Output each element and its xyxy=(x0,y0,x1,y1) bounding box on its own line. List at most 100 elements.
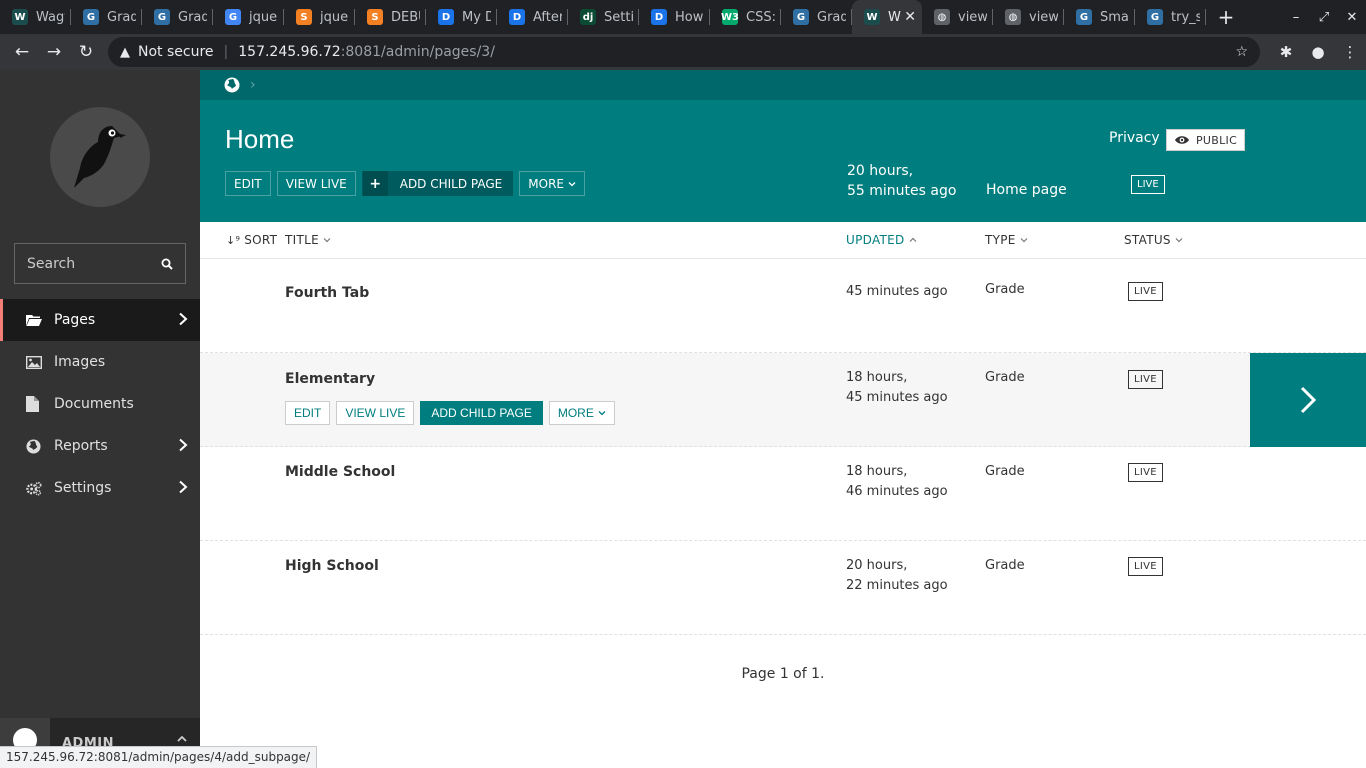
sidebar-item-pages[interactable]: Pages xyxy=(0,299,200,341)
column-title-label: TITLE xyxy=(285,233,319,247)
favicon-icon: W xyxy=(864,9,880,25)
extensions-icon[interactable]: ✱ xyxy=(1270,43,1302,61)
browser-tab[interactable]: G Grad xyxy=(781,0,852,34)
column-title[interactable]: TITLE xyxy=(285,233,331,247)
profile-icon[interactable]: ● xyxy=(1302,43,1334,61)
sidebar-item-settings[interactable]: Settings xyxy=(0,467,200,509)
row-type: Grade xyxy=(985,282,1025,297)
new-tab-button[interactable]: + xyxy=(1206,0,1246,34)
chevron-up-icon xyxy=(909,237,917,242)
sidebar-item-label: Documents xyxy=(54,396,134,412)
folder-open-icon xyxy=(26,314,42,327)
status-badge: LIVE xyxy=(1128,282,1163,301)
browser-tab[interactable]: W3 CSS: c xyxy=(710,0,781,34)
browser-tab[interactable]: Gtry_s xyxy=(1135,0,1206,34)
privacy-button[interactable]: PUBLIC xyxy=(1166,129,1246,151)
minimize-icon[interactable]: – xyxy=(1282,10,1310,25)
browser-tab[interactable]: G Grad xyxy=(71,0,142,34)
column-type-label: TYPE xyxy=(985,233,1016,247)
browser-tab[interactable]: G Smar xyxy=(1064,0,1135,34)
browser-tab[interactable]: G Grad xyxy=(142,0,213,34)
sort-label: SORT xyxy=(244,233,278,247)
row-updated-line2: 45 minutes ago xyxy=(846,390,948,405)
table-row[interactable]: Fourth Tab 45 minutes ago Grade LIVE xyxy=(200,259,1366,353)
table-row[interactable]: High School 20 hours, 22 minutes ago Gra… xyxy=(200,541,1366,635)
search-icon[interactable] xyxy=(161,258,173,270)
row-add-child-page-button[interactable]: ADD CHILD PAGE xyxy=(420,401,543,425)
browser-tab[interactable]: ◍ view- xyxy=(922,0,993,34)
browser-tab[interactable]: D My Dj xyxy=(426,0,497,34)
table-row[interactable]: Middle School 18 hours, 46 minutes ago G… xyxy=(200,447,1366,541)
sidebar-item-documents[interactable]: Documents xyxy=(0,383,200,425)
document-icon xyxy=(26,396,42,412)
chevron-right-icon xyxy=(1300,386,1317,414)
edit-button[interactable]: EDIT xyxy=(225,171,271,196)
row-updated: 18 hours, 46 minutes ago xyxy=(846,462,948,502)
chevron-down-icon xyxy=(598,411,606,416)
browser-tab[interactable]: D After xyxy=(497,0,568,34)
browser-tab-label: Grad xyxy=(817,9,846,25)
row-title[interactable]: Elementary xyxy=(285,371,375,387)
browser-tab[interactable]: ◍ view- xyxy=(993,0,1064,34)
chevron-up-icon[interactable] xyxy=(176,733,188,745)
page-header: Home EDIT VIEW LIVE + ADD CHILD PAGE MOR… xyxy=(200,100,1366,222)
menu-kebab-icon[interactable]: ⋮ xyxy=(1334,43,1366,61)
browser-tab[interactable]: Sjquer xyxy=(284,0,355,34)
close-window-icon[interactable]: ✕ xyxy=(1338,10,1366,25)
browser-tab-label: How xyxy=(675,9,704,25)
column-updated[interactable]: UPDATED xyxy=(846,233,917,247)
add-child-page-button[interactable]: + ADD CHILD PAGE xyxy=(361,171,514,196)
url-path[interactable]: :8081/admin/pages/3/ xyxy=(341,44,495,60)
browser-tab[interactable]: W W ✕ xyxy=(852,0,922,34)
column-status[interactable]: STATUS xyxy=(1124,233,1183,247)
row-edit-button[interactable]: EDIT xyxy=(285,401,331,425)
restore-icon[interactable]: ⤢ xyxy=(1310,10,1338,25)
browser-tab[interactable]: dj Settir xyxy=(568,0,639,34)
sidebar-item-label: Settings xyxy=(54,480,112,496)
favicon-icon: S xyxy=(296,9,312,25)
close-tab-icon[interactable]: ✕ xyxy=(904,9,916,25)
browser-tab[interactable]: D How xyxy=(639,0,710,34)
browser-tab-label: Smar xyxy=(1100,9,1129,25)
row-view-live-button[interactable]: VIEW LIVE xyxy=(336,401,415,425)
forward-icon[interactable]: → xyxy=(38,42,70,62)
sort-button[interactable]: ↓⁹ SORT xyxy=(226,233,277,247)
status-bar-url: 157.245.96.72:8081/admin/pages/4/add_sub… xyxy=(0,746,318,768)
bookmark-star-icon[interactable]: ☆ xyxy=(1235,44,1248,60)
column-type[interactable]: TYPE xyxy=(985,233,1028,247)
security-label[interactable]: Not secure xyxy=(138,44,214,60)
row-more-button[interactable]: MORE xyxy=(548,401,615,425)
eye-icon xyxy=(1175,136,1189,144)
table-row[interactable]: Elementary EDIT VIEW LIVE ADD CHILD PAGE… xyxy=(200,353,1366,447)
globe-icon[interactable] xyxy=(224,77,240,93)
wagtail-logo[interactable] xyxy=(50,107,150,207)
chevron-down-icon xyxy=(1175,238,1183,243)
sidebar-item-images[interactable]: Images xyxy=(0,341,200,383)
row-updated-line2: 22 minutes ago xyxy=(846,578,948,593)
more-button[interactable]: MORE xyxy=(519,171,585,196)
pagination: Page 1 of 1. xyxy=(741,666,825,682)
chevron-right-icon: › xyxy=(250,77,256,93)
favicon-icon: G xyxy=(225,9,241,25)
favicon-icon: D xyxy=(651,9,667,25)
back-icon[interactable]: ← xyxy=(6,42,38,62)
row-updated-line1: 20 hours, xyxy=(846,558,908,573)
sidebar-item-reports[interactable]: Reports xyxy=(0,425,200,467)
row-title[interactable]: Middle School xyxy=(285,464,395,480)
row-title[interactable]: High School xyxy=(285,558,379,574)
reload-icon[interactable]: ↻ xyxy=(70,42,102,62)
row-type: Grade xyxy=(985,370,1025,385)
row-title[interactable]: Fourth Tab xyxy=(285,285,369,301)
browser-tab[interactable]: S DEBU xyxy=(355,0,426,34)
chevron-down-icon xyxy=(1020,238,1028,243)
warning-icon[interactable]: ▲ xyxy=(120,45,130,60)
browser-tab-label: jquer xyxy=(249,9,278,25)
view-live-button[interactable]: VIEW LIVE xyxy=(276,171,356,196)
browser-tab[interactable]: W Wagt xyxy=(0,0,71,34)
explore-children-button[interactable] xyxy=(1250,353,1366,447)
browser-tab[interactable]: Gjquer xyxy=(213,0,284,34)
search-input[interactable]: Search xyxy=(14,243,186,284)
url-host[interactable]: 157.245.96.72 xyxy=(238,44,340,60)
address-bar[interactable]: ▲ Not secure | 157.245.96.72:8081/admin/… xyxy=(108,37,1260,67)
row-updated: 18 hours, 45 minutes ago xyxy=(846,368,948,408)
